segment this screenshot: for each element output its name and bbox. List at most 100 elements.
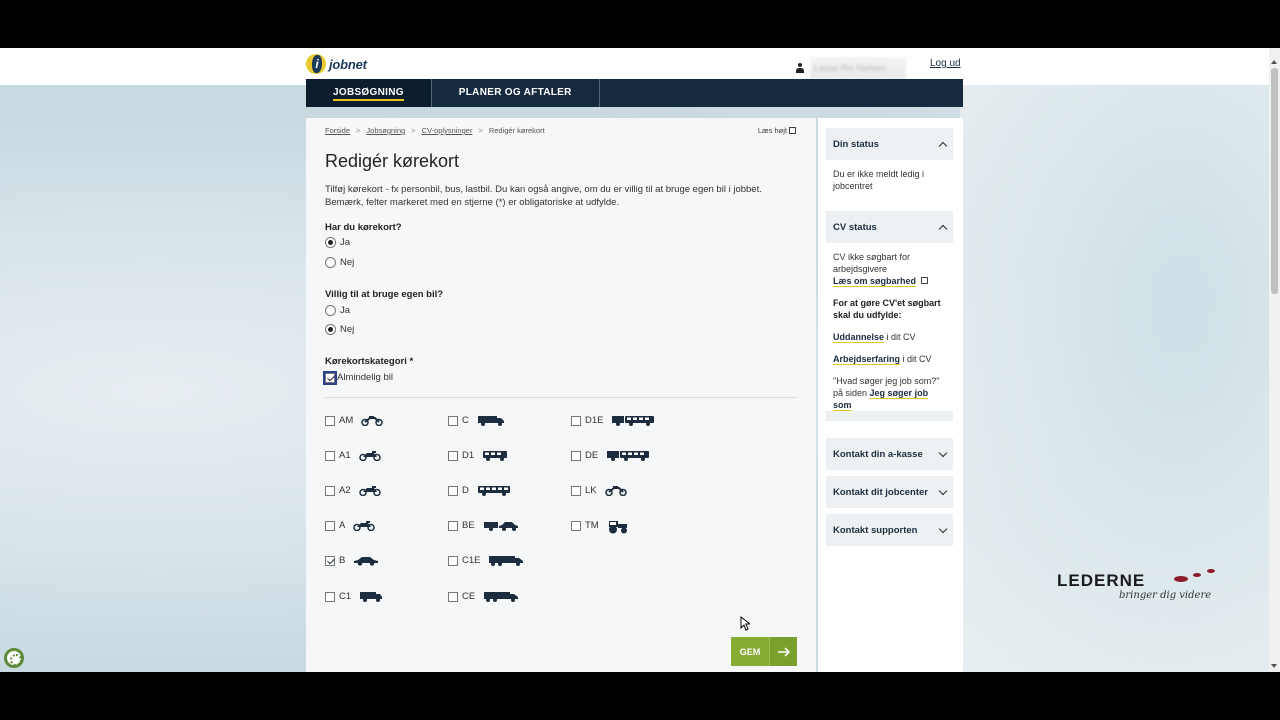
arbejdserfaring-suffix: i dit CV (902, 354, 932, 364)
contact-support-label: Kontakt supporten (833, 524, 918, 536)
checkbox[interactable] (571, 485, 581, 496)
category-code: DE (585, 450, 599, 461)
checkbox[interactable] (448, 485, 458, 496)
checkbox[interactable] (448, 591, 458, 602)
license-no-radio[interactable]: Nej (325, 257, 354, 268)
uddannelse-link[interactable]: Uddannelse (833, 332, 884, 342)
breadcrumb-cv-oplysninger[interactable]: CV-oplysninger (422, 126, 473, 135)
category-d-checkbox[interactable]: D (448, 485, 511, 496)
category-be-checkbox[interactable]: BE (448, 520, 519, 531)
own-car-no-radio[interactable]: Nej (325, 324, 354, 335)
contact-jobcenter-panel[interactable]: Kontakt dit jobcenter (826, 476, 953, 508)
arbejdserfaring-link[interactable]: Arbejdserfaring (833, 354, 900, 364)
breadcrumb-jobsogning[interactable]: Jobsøgning (366, 126, 405, 135)
contact-support-header[interactable]: Kontakt supporten (826, 514, 953, 546)
browser-viewport: jobnet Lasse Rix Nielsen Log ud JOBSØGNI… (0, 48, 1280, 672)
checkbox[interactable] (325, 415, 335, 426)
category-code: LK (585, 485, 597, 496)
recording-widget-icon[interactable] (4, 648, 24, 668)
category-tm-checkbox[interactable]: TM (571, 520, 629, 534)
status-panel-title: Din status (833, 138, 879, 150)
category-d1-checkbox[interactable]: D1 (448, 450, 508, 461)
cv-status-panel: CV status CV ikke søgbart for arbejdsgiv… (826, 211, 953, 421)
category-code: B (339, 555, 346, 566)
status-text: Du er ikke meldt ledig i jobcentret (833, 169, 925, 191)
category-d1e-checkbox[interactable]: D1E (571, 415, 655, 426)
radio-button[interactable] (325, 237, 336, 248)
category-a-checkbox[interactable]: A (325, 520, 376, 532)
tractor-icon (607, 520, 629, 534)
own-car-yes-radio[interactable]: Ja (325, 305, 350, 316)
scroll-thumb[interactable] (1271, 68, 1278, 294)
contact-jobcenter-header[interactable]: Kontakt dit jobcenter (826, 476, 953, 508)
category-code: C1E (462, 555, 481, 566)
jobnet-logo[interactable]: jobnet (306, 54, 367, 74)
checkbox[interactable] (448, 520, 458, 531)
tab-planer-og-aftaler[interactable]: PLANER OG AFTALER (432, 79, 600, 107)
chevron-down-icon (938, 524, 948, 533)
radio-button[interactable] (325, 324, 336, 335)
license-yes-radio[interactable]: Ja (325, 237, 350, 248)
radio-label: Nej (340, 324, 355, 335)
save-button[interactable]: GEM (731, 637, 797, 666)
category-code: A1 (339, 450, 351, 461)
main-content: Forside > Jobsøgning > CV-oplysninger > … (306, 118, 816, 672)
cv-status-body: CV ikke søgbart for arbejdsgivere Læs om… (826, 243, 953, 411)
radio-button[interactable] (325, 257, 336, 268)
category-c1e-checkbox[interactable]: C1E (448, 555, 524, 566)
category-c1-checkbox[interactable]: C1 (325, 591, 383, 602)
checkbox[interactable] (448, 450, 458, 461)
checkbox[interactable] (448, 555, 458, 566)
searchability-link[interactable]: Læs om søgbarhed (833, 276, 916, 286)
category-am-checkbox[interactable]: AM (325, 415, 383, 427)
checkbox[interactable] (571, 520, 581, 531)
checkbox[interactable] (325, 450, 335, 461)
category-code: D (462, 485, 469, 496)
logout-link[interactable]: Log ud (930, 58, 961, 69)
bus-icon (477, 485, 511, 496)
category-de-checkbox[interactable]: DE (571, 450, 650, 461)
contact-akasse-panel[interactable]: Kontakt din a-kasse (826, 438, 953, 470)
category-a1-checkbox[interactable]: A1 (325, 450, 381, 462)
lederne-tagline: bringer dig videre (1119, 590, 1212, 601)
category-code: A (339, 520, 346, 531)
checkbox[interactable] (323, 370, 337, 385)
user-area: Lasse Rix Nielsen (796, 57, 906, 79)
status-panel-header[interactable]: Din status (826, 128, 953, 160)
scroll-down-icon[interactable] (1271, 664, 1277, 668)
category-b-checkbox[interactable]: B (325, 555, 379, 566)
checkbox[interactable] (571, 450, 581, 461)
category-c-checkbox[interactable]: C (448, 415, 505, 426)
category-lk-checkbox[interactable]: LK (571, 485, 627, 497)
motorcycle-icon (358, 485, 381, 497)
contact-support-panel[interactable]: Kontakt supporten (826, 514, 953, 546)
tab-jobsogning[interactable]: JOBSØGNING (306, 79, 432, 107)
checkbox[interactable] (325, 591, 335, 602)
checkbox[interactable] (325, 555, 335, 566)
category-ce-checkbox[interactable]: CE (448, 591, 519, 602)
scrollbar[interactable] (1269, 48, 1280, 672)
scroll-up-icon[interactable] (1271, 60, 1277, 64)
checkbox[interactable] (325, 520, 335, 531)
mouse-cursor-icon (740, 616, 750, 631)
cv-status-header[interactable]: CV status (826, 211, 953, 243)
category-a2-checkbox[interactable]: A2 (325, 485, 381, 497)
checkbox[interactable] (325, 485, 335, 496)
read-aloud-button[interactable]: Læs højt (758, 126, 796, 135)
checkbox[interactable] (571, 415, 581, 426)
category-code: C1 (339, 591, 352, 602)
moped-icon (361, 415, 383, 427)
intro-text: Tilføj kørekort - fx personbil, bus, las… (325, 184, 762, 208)
radio-label: Nej (340, 257, 355, 268)
lederne-watermark: LEDERNE bringer dig videre (1057, 569, 1215, 601)
uddannelse-suffix: i dit CV (886, 332, 916, 342)
radio-label: Ja (340, 237, 351, 248)
breadcrumb-separator: > (356, 126, 361, 135)
category-code: TM (585, 520, 599, 531)
contact-akasse-header[interactable]: Kontakt din a-kasse (826, 438, 953, 470)
breadcrumb-separator: > (411, 126, 416, 135)
checkbox[interactable] (448, 415, 458, 426)
breadcrumb-forside[interactable]: Forside (325, 126, 350, 135)
general-car-checkbox[interactable]: Almindelig bil (323, 370, 393, 385)
radio-button[interactable] (325, 305, 336, 316)
